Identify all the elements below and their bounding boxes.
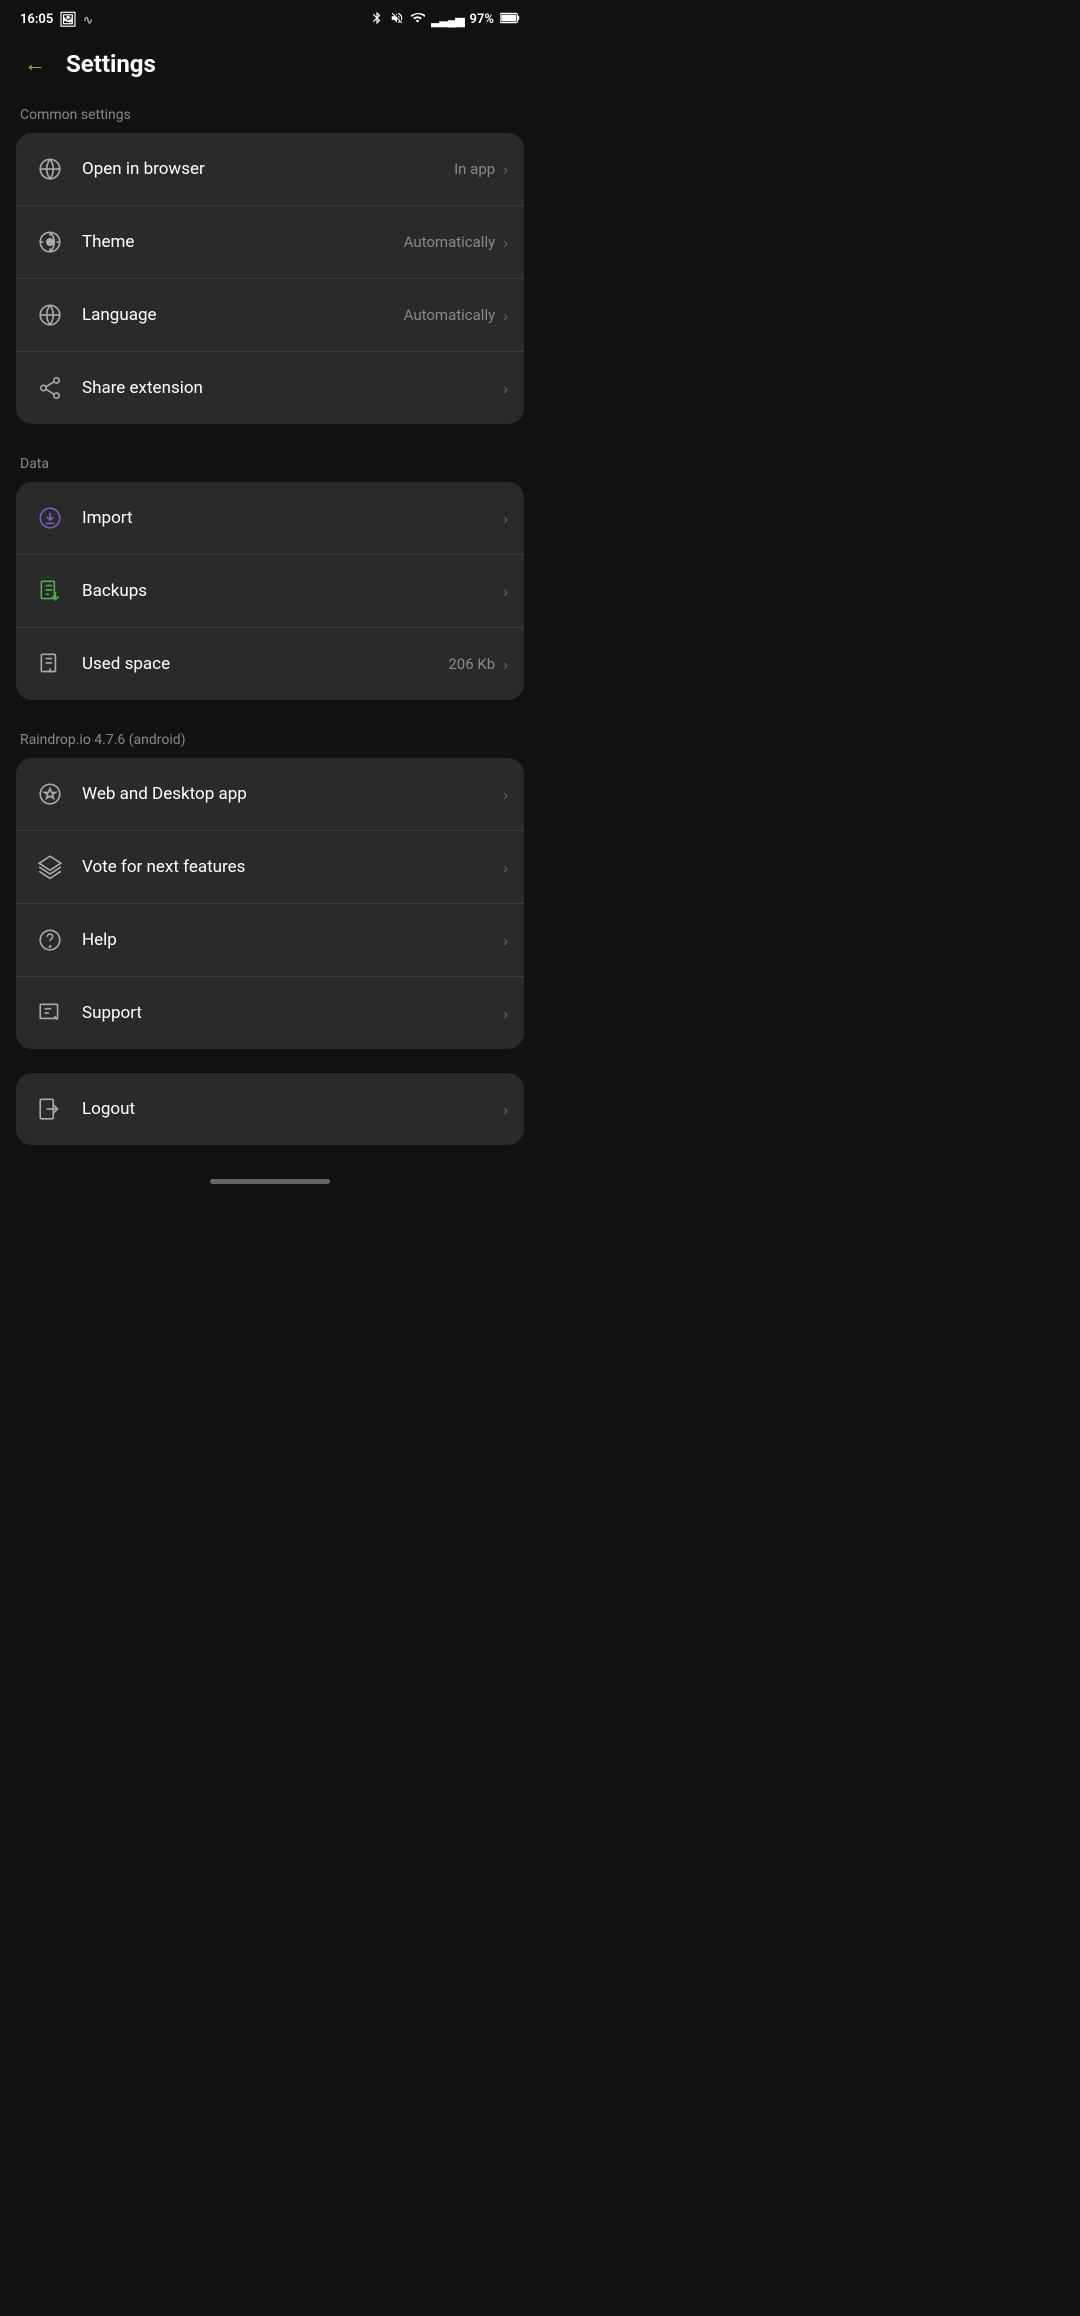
status-left: 16:05 🖼 ∿	[20, 12, 93, 28]
back-button[interactable]: ←	[20, 47, 50, 81]
status-right: ▂▃▄▅ 97%	[370, 10, 520, 29]
page-title: Settings	[66, 50, 156, 78]
logout-card: Logout ›	[16, 1073, 524, 1145]
support-chevron: ›	[503, 1004, 508, 1023]
appstore-icon	[32, 776, 68, 812]
language-label: Language	[82, 305, 404, 325]
share-extension-chevron: ›	[503, 379, 508, 398]
language-value: Automatically	[404, 306, 496, 324]
bottom-indicator	[0, 1169, 540, 1200]
backups-chevron: ›	[503, 582, 508, 601]
share-extension-row[interactable]: Share extension ›	[16, 352, 524, 424]
used-space-value: 206 Kb	[448, 655, 495, 673]
help-icon	[32, 922, 68, 958]
data-card: Import › Backups › Used space 206 Kb	[16, 482, 524, 700]
common-settings-card: Open in browser In app › Theme Automatic…	[16, 133, 524, 424]
share-icon	[32, 370, 68, 406]
support-row[interactable]: Support ›	[16, 977, 524, 1049]
wifi-icon	[410, 10, 425, 29]
backup-icon	[32, 573, 68, 609]
open-in-browser-label: Open in browser	[82, 159, 454, 179]
common-settings-label: Common settings	[0, 99, 540, 133]
used-space-chevron: ›	[503, 655, 508, 674]
import-icon	[32, 500, 68, 536]
used-space-row[interactable]: Used space 206 Kb ›	[16, 628, 524, 700]
mute-icon	[390, 11, 404, 29]
web-desktop-chevron: ›	[503, 785, 508, 804]
backups-row[interactable]: Backups ›	[16, 555, 524, 628]
web-desktop-row[interactable]: Web and Desktop app ›	[16, 758, 524, 831]
logout-label: Logout	[82, 1099, 503, 1119]
bluetooth-icon	[370, 11, 384, 29]
header: ← Settings	[0, 35, 540, 99]
about-card: Web and Desktop app › Vote for next feat…	[16, 758, 524, 1049]
layers-icon	[32, 849, 68, 885]
logout-icon	[32, 1091, 68, 1127]
theme-chevron: ›	[503, 233, 508, 252]
about-label: Raindrop.io 4.7.6 (android)	[0, 724, 540, 758]
theme-row[interactable]: Theme Automatically ›	[16, 206, 524, 279]
language-chevron: ›	[503, 306, 508, 325]
theme-label: Theme	[82, 232, 404, 252]
open-in-browser-value: In app	[454, 160, 495, 178]
logout-chevron: ›	[503, 1100, 508, 1119]
language-row[interactable]: Language Automatically ›	[16, 279, 524, 352]
data-label: Data	[0, 448, 540, 482]
wave-icon: ∿	[83, 13, 93, 27]
support-icon	[32, 995, 68, 1031]
import-row[interactable]: Import ›	[16, 482, 524, 555]
theme-icon	[32, 224, 68, 260]
support-label: Support	[82, 1003, 495, 1023]
vote-features-row[interactable]: Vote for next features ›	[16, 831, 524, 904]
battery-display: 97%	[470, 12, 494, 27]
language-icon	[32, 297, 68, 333]
import-chevron: ›	[503, 509, 508, 528]
home-indicator-bar	[210, 1179, 330, 1184]
battery-icon	[500, 12, 520, 28]
logout-row[interactable]: Logout ›	[16, 1073, 524, 1145]
status-bar: 16:05 🖼 ∿ ▂▃▄▅ 97%	[0, 0, 540, 35]
open-in-browser-chevron: ›	[503, 160, 508, 179]
signal-icon: ▂▃▄▅	[431, 13, 463, 27]
photo-icon: 🖼	[59, 12, 77, 28]
time-display: 16:05	[20, 12, 53, 27]
web-desktop-label: Web and Desktop app	[82, 784, 495, 804]
share-extension-label: Share extension	[82, 378, 495, 398]
storage-icon	[32, 646, 68, 682]
theme-value: Automatically	[404, 233, 496, 251]
vote-features-label: Vote for next features	[82, 857, 495, 877]
help-label: Help	[82, 930, 495, 950]
help-chevron: ›	[503, 931, 508, 950]
help-row[interactable]: Help ›	[16, 904, 524, 977]
backups-label: Backups	[82, 581, 495, 601]
import-label: Import	[82, 508, 495, 528]
open-in-browser-row[interactable]: Open in browser In app ›	[16, 133, 524, 206]
browser-icon	[32, 151, 68, 187]
used-space-label: Used space	[82, 654, 448, 674]
vote-features-chevron: ›	[503, 858, 508, 877]
